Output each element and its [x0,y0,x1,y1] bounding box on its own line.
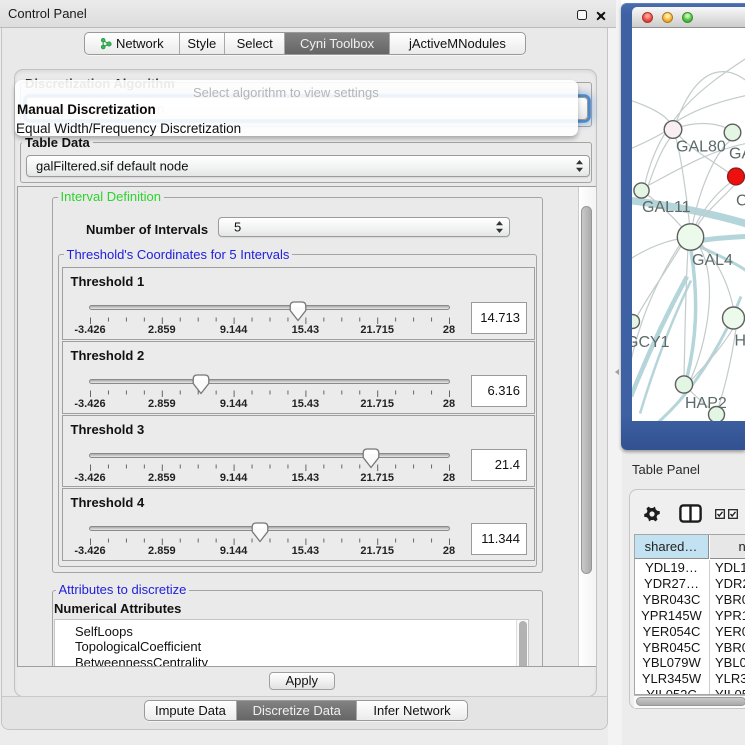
svg-text:GA: GA [729,145,745,162]
svg-text:HAP2: HAP2 [685,395,727,412]
svg-text:GAL4: GAL4 [692,252,733,269]
svg-text:C: C [736,192,745,209]
svg-text:GAL80: GAL80 [676,138,726,155]
svg-text:GCY1: GCY1 [632,334,670,351]
svg-text:GAL11: GAL11 [642,199,691,216]
svg-text:H: H [735,332,745,349]
